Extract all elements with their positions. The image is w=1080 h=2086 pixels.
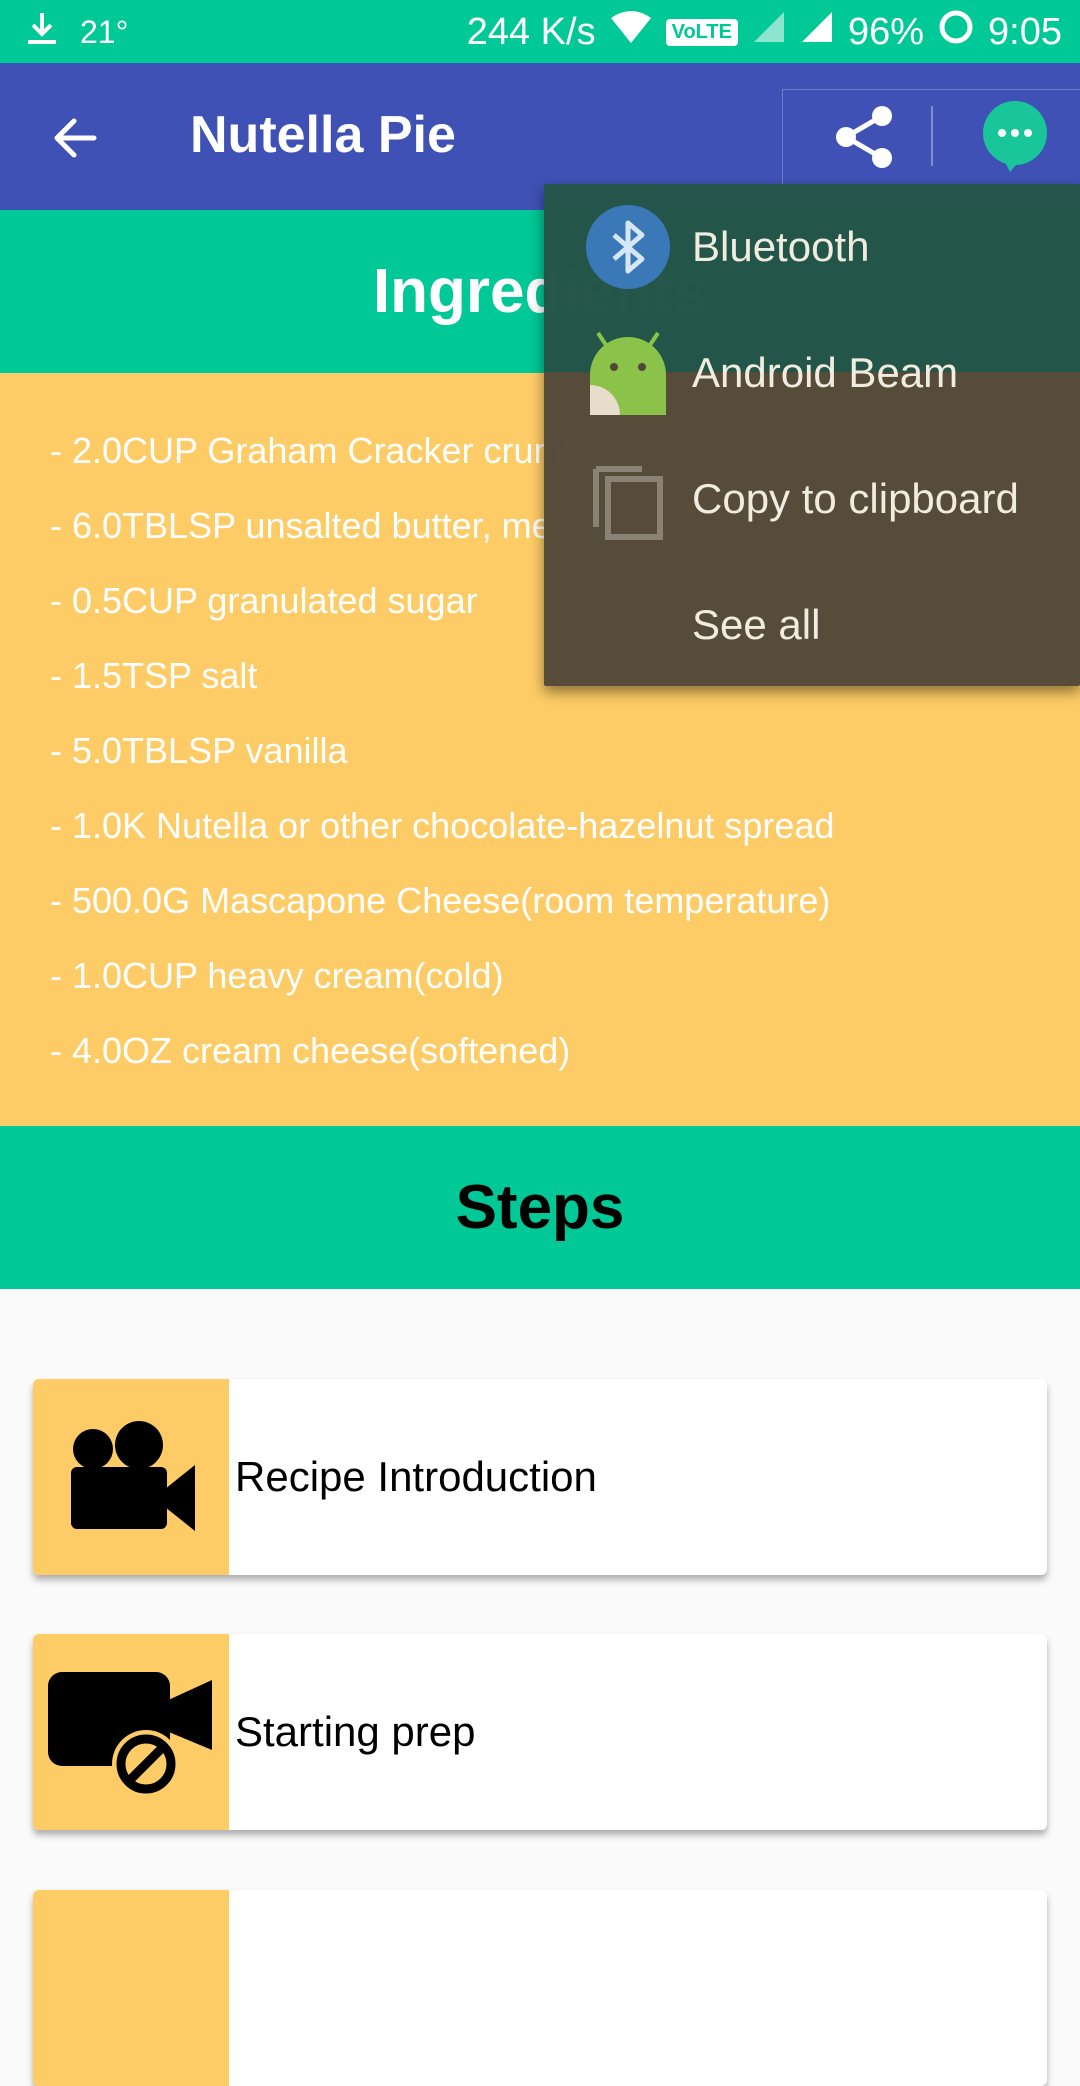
copy-icon — [586, 457, 670, 541]
signal-icon — [800, 10, 834, 54]
network-speed-text: 244 K/s — [466, 10, 596, 53]
step-card-recipe-introduction[interactable]: Recipe Introduction — [33, 1379, 1047, 1575]
temperature-text: 21° — [80, 13, 129, 50]
menu-label: Copy to clipboard — [692, 475, 1019, 522]
step-card-starting-prep[interactable]: Starting prep — [33, 1634, 1047, 1830]
video-off-icon — [48, 1672, 212, 1798]
step-card-partial[interactable] — [33, 1890, 1047, 2086]
step-label: Recipe Introduction — [235, 1453, 597, 1500]
share-option-android-beam[interactable]: Android Beam — [544, 310, 1080, 436]
ingredient-item: - 5.0TBLSP vanilla — [50, 730, 348, 771]
download-icon — [24, 10, 60, 54]
signal-icon — [752, 10, 786, 54]
action-divider — [931, 106, 933, 166]
chat-button[interactable] — [973, 95, 1057, 179]
status-bar-left: 21° — [24, 10, 128, 54]
android-beam-icon — [586, 331, 670, 415]
step-thumbnail — [33, 1379, 229, 1575]
bluetooth-icon — [586, 205, 670, 289]
ingredient-item: - 1.5TSP salt — [50, 655, 258, 696]
ingredient-item: - 500.0G Mascapone Cheese(room temperatu… — [50, 880, 831, 921]
ingredient-item: - 2.0CUP Graham Cracker crumbs — [50, 430, 602, 471]
status-bar-right: 244 K/s VoLTE 96% 9:05 — [467, 10, 1062, 54]
share-menu: Bluetooth Android Beam Copy to clipboard — [544, 184, 1080, 686]
ingredient-item: - 0.5CUP granulated sugar — [50, 580, 478, 621]
share-option-see-all[interactable]: See all — [544, 562, 1080, 688]
steps-heading: Steps — [0, 1126, 1080, 1289]
clock-text: 9:05 — [988, 10, 1062, 53]
share-icon — [836, 106, 892, 168]
page-title: Nutella Pie — [190, 106, 456, 164]
video-camera-icon — [71, 1421, 195, 1531]
chat-bubble-icon — [983, 101, 1047, 172]
menu-label: See all — [692, 601, 821, 648]
share-option-bluetooth[interactable]: Bluetooth — [544, 184, 1080, 310]
share-option-copy-to-clipboard[interactable]: Copy to clipboard — [544, 436, 1080, 562]
ingredient-item: - 1.0CUP heavy cream(cold) — [50, 955, 504, 996]
ingredient-item: - 1.0K Nutella or other chocolate-hazeln… — [50, 805, 835, 846]
battery-icon — [938, 9, 974, 55]
back-button[interactable] — [40, 103, 110, 173]
action-bar-actions — [782, 89, 1080, 185]
wifi-icon — [610, 10, 652, 54]
step-label: Starting prep — [235, 1708, 476, 1755]
ingredient-item: - 4.0OZ cream cheese(softened) — [50, 1030, 571, 1071]
step-thumbnail — [33, 1890, 229, 2086]
ingredient-item: - 6.0TBLSP unsalted butter, melted — [50, 505, 610, 546]
volte-badge: VoLTE — [665, 18, 738, 46]
battery-percent-text: 96% — [847, 10, 925, 53]
status-bar: 21° 244 K/s VoLTE 96% 9:05 — [0, 0, 1080, 63]
menu-label: Android Beam — [692, 349, 959, 396]
share-button[interactable] — [823, 95, 907, 179]
menu-label: Bluetooth — [692, 223, 870, 270]
back-arrow-icon — [54, 118, 97, 158]
step-thumbnail — [33, 1634, 229, 1830]
